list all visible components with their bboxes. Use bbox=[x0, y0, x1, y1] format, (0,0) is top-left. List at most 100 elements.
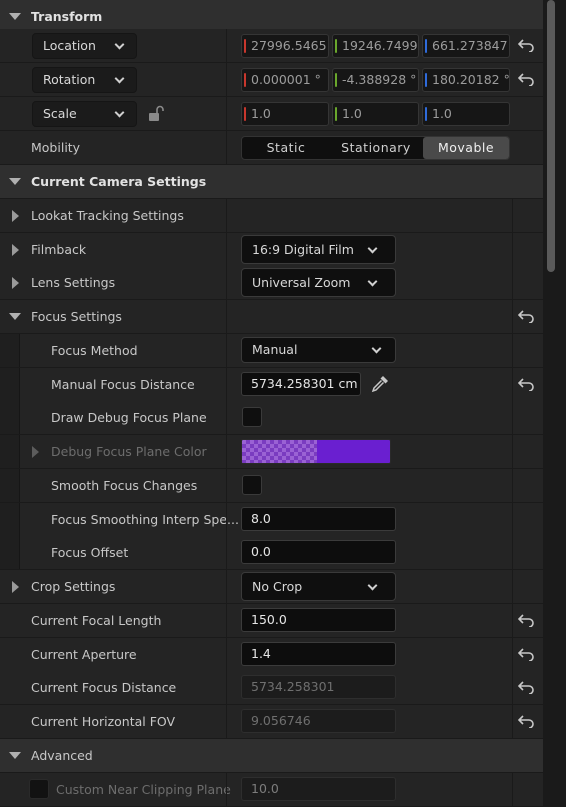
smoothing-speed-input[interactable]: 8.0 bbox=[241, 507, 396, 531]
reset-arrow-icon[interactable] bbox=[518, 613, 534, 627]
section-current-camera-settings[interactable]: Current Camera Settings bbox=[0, 165, 543, 199]
focus-smoothing-speed-row: Focus Smoothing Interp Spe... 8.0 bbox=[0, 503, 543, 537]
collapse-arrow-icon[interactable] bbox=[9, 313, 21, 320]
manual-focus-distance-label: Manual Focus Distance bbox=[51, 377, 195, 392]
reset-arrow-icon[interactable] bbox=[518, 647, 534, 661]
collapse-arrow-icon[interactable] bbox=[9, 178, 21, 185]
scale-y-field[interactable]: 1.0 bbox=[332, 102, 419, 126]
rotation-x-field[interactable]: 0.000001 ° bbox=[241, 68, 329, 92]
expand-arrow-icon[interactable] bbox=[12, 210, 19, 222]
collapse-arrow-icon[interactable] bbox=[9, 13, 21, 20]
focal-length-input[interactable]: 150.0 bbox=[241, 608, 396, 632]
manual-focus-distance-input[interactable]: 5734.258301 cm bbox=[241, 372, 361, 396]
crop-value: No Crop bbox=[252, 579, 303, 594]
divider bbox=[226, 233, 227, 266]
reset-arrow-icon[interactable] bbox=[518, 680, 534, 694]
aperture-input[interactable]: 1.4 bbox=[241, 642, 396, 666]
divider bbox=[226, 334, 227, 367]
divider bbox=[512, 773, 513, 806]
filmback-value: 16:9 Digital Film bbox=[252, 242, 354, 257]
focus-method-row: Focus Method Manual bbox=[0, 334, 543, 368]
smooth-focus-checkbox[interactable] bbox=[242, 475, 262, 495]
near-clip-label: Custom Near Clipping Plane bbox=[56, 782, 231, 797]
divider bbox=[226, 469, 227, 502]
expand-arrow-icon[interactable] bbox=[12, 277, 19, 289]
location-dropdown[interactable]: Location bbox=[32, 33, 137, 59]
indent-guide bbox=[0, 368, 20, 401]
mobility-static-button[interactable]: Static bbox=[242, 137, 330, 159]
smooth-focus-label: Smooth Focus Changes bbox=[51, 478, 198, 493]
lens-settings-dropdown[interactable]: Universal Zoom bbox=[241, 268, 396, 297]
eyedropper-icon[interactable] bbox=[370, 374, 390, 394]
draw-debug-focus-plane-row: Draw Debug Focus Plane bbox=[0, 401, 543, 435]
rotation-row: Rotation 0.000001 ° -4.388928 ° 180.2018… bbox=[0, 63, 543, 97]
location-row: Location 27996.5465 19246.7499 661.27384… bbox=[0, 29, 543, 63]
details-panel: Transform Location 27996.5465 19246.7499… bbox=[0, 0, 543, 807]
expand-arrow-icon[interactable] bbox=[12, 244, 19, 256]
divider bbox=[512, 368, 513, 401]
reset-arrow-icon[interactable] bbox=[518, 377, 534, 391]
expand-arrow-icon[interactable] bbox=[32, 446, 39, 458]
mobility-movable-button[interactable]: Movable bbox=[423, 137, 509, 159]
scale-row: Scale 1.0 1.0 1.0 bbox=[0, 97, 543, 131]
draw-debug-checkbox[interactable] bbox=[242, 407, 262, 427]
rotation-z-field[interactable]: 180.20182 ° bbox=[422, 68, 510, 92]
section-title: Current Camera Settings bbox=[31, 174, 207, 189]
current-focal-length-row: Current Focal Length 150.0 bbox=[0, 604, 543, 638]
rotation-dropdown[interactable]: Rotation bbox=[32, 67, 137, 93]
scale-dropdown[interactable]: Scale bbox=[32, 101, 137, 127]
indent-guide bbox=[0, 435, 20, 468]
scale-x-field[interactable]: 1.0 bbox=[241, 102, 329, 126]
mobility-stationary-button[interactable]: Stationary bbox=[330, 137, 422, 159]
divider bbox=[226, 435, 227, 468]
manual-focus-distance-row: Manual Focus Distance 5734.258301 cm bbox=[0, 368, 543, 402]
divider bbox=[512, 401, 513, 434]
reset-arrow-icon[interactable] bbox=[518, 714, 534, 728]
expand-arrow-icon[interactable] bbox=[12, 581, 19, 593]
reset-arrow-icon[interactable] bbox=[518, 309, 534, 323]
z-axis-marker bbox=[425, 39, 427, 53]
focus-method-dropdown[interactable]: Manual bbox=[241, 337, 396, 363]
focus-offset-label: Focus Offset bbox=[51, 545, 129, 560]
vertical-scrollbar[interactable] bbox=[543, 0, 566, 807]
crop-label: Crop Settings bbox=[31, 579, 116, 594]
location-x-field[interactable]: 27996.5465 bbox=[241, 34, 329, 58]
divider bbox=[512, 266, 513, 299]
near-clip-override-checkbox[interactable] bbox=[29, 779, 49, 799]
divider bbox=[512, 233, 513, 266]
crop-settings-dropdown[interactable]: No Crop bbox=[241, 572, 396, 601]
scale-z-field[interactable]: 1.0 bbox=[422, 102, 510, 126]
focus-distance-label: Current Focus Distance bbox=[31, 680, 177, 695]
filmback-dropdown[interactable]: 16:9 Digital Film bbox=[241, 235, 396, 264]
custom-near-clipping-row: Custom Near Clipping Plane 10.0 bbox=[0, 773, 543, 807]
focus-settings-row[interactable]: Focus Settings bbox=[0, 300, 543, 334]
lookat-label: Lookat Tracking Settings bbox=[31, 208, 184, 223]
scrollbar-thumb[interactable] bbox=[547, 0, 555, 272]
divider bbox=[512, 671, 513, 704]
debug-color-swatch[interactable] bbox=[241, 439, 391, 464]
focus-offset-input[interactable]: 0.0 bbox=[241, 540, 396, 564]
divider bbox=[226, 29, 227, 62]
aperture-label: Current Aperture bbox=[31, 647, 137, 662]
debug-color-label: Debug Focus Plane Color bbox=[51, 444, 207, 459]
divider bbox=[512, 199, 513, 232]
padlock-icon[interactable] bbox=[147, 105, 165, 123]
collapse-arrow-icon[interactable] bbox=[9, 752, 21, 759]
y-axis-marker bbox=[335, 73, 337, 87]
divider bbox=[226, 266, 227, 299]
filmback-row: Filmback 16:9 Digital Film bbox=[0, 233, 543, 267]
lookat-tracking-row[interactable]: Lookat Tracking Settings bbox=[0, 199, 543, 233]
z-axis-marker bbox=[425, 107, 427, 121]
location-label: Location bbox=[43, 38, 96, 53]
rotation-y-field[interactable]: -4.388928 ° bbox=[332, 68, 419, 92]
divider bbox=[226, 604, 227, 637]
reset-arrow-icon[interactable] bbox=[518, 72, 534, 86]
crop-settings-row: Crop Settings No Crop bbox=[0, 570, 543, 604]
location-z-field[interactable]: 661.273847 bbox=[422, 34, 510, 58]
section-advanced[interactable]: Advanced bbox=[0, 739, 543, 773]
location-y-field[interactable]: 19246.7499 bbox=[332, 34, 419, 58]
reset-arrow-icon[interactable] bbox=[518, 38, 534, 52]
divider bbox=[512, 536, 513, 569]
chevron-down-icon bbox=[371, 343, 382, 354]
chevron-down-icon bbox=[367, 276, 378, 287]
